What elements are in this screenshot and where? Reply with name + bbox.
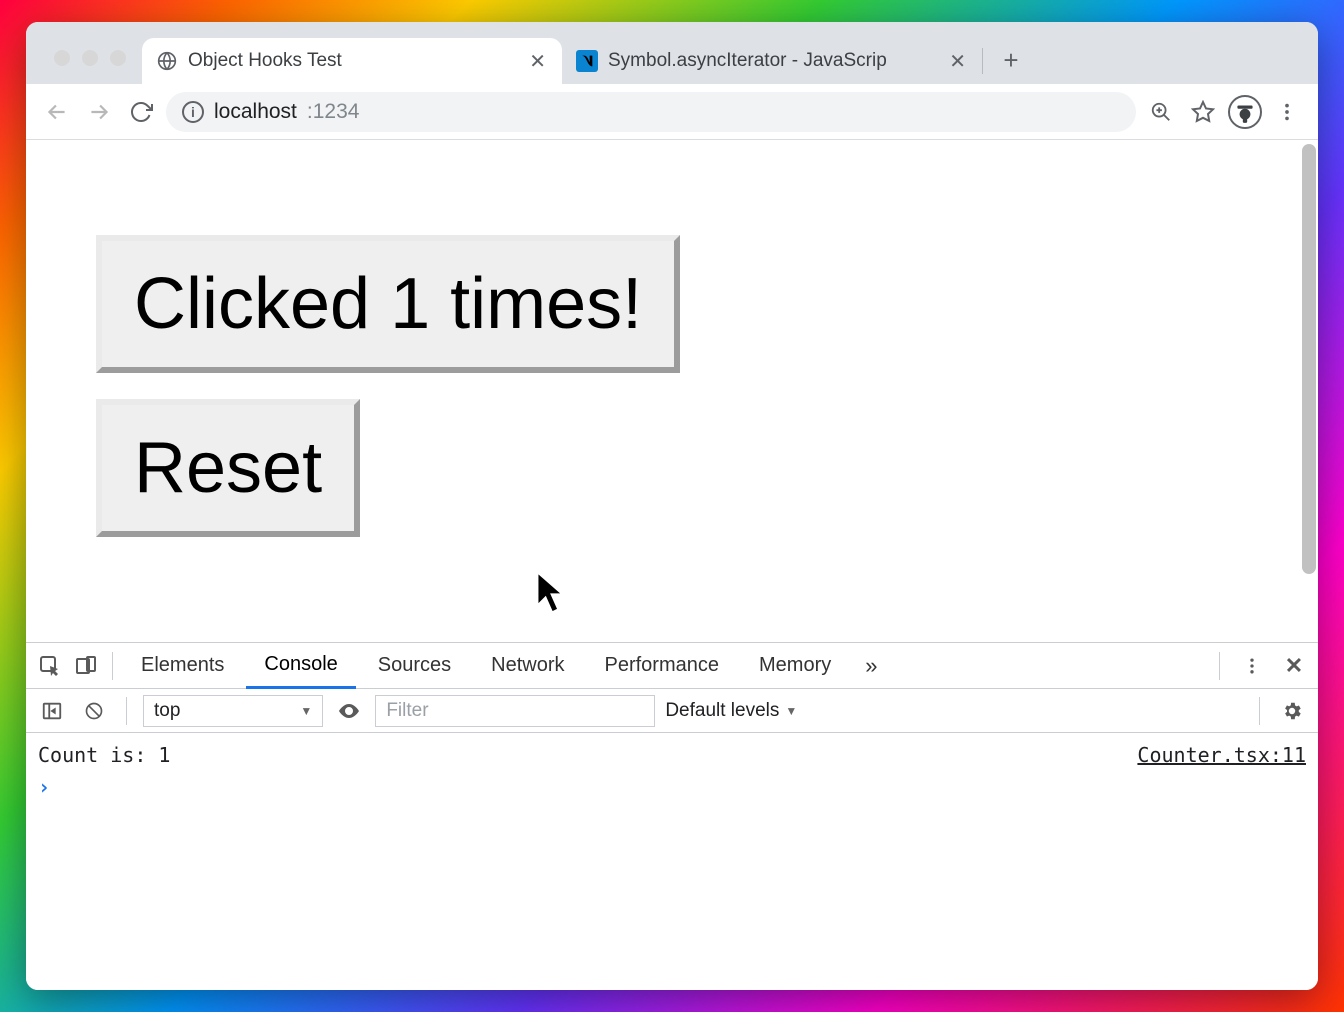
close-icon[interactable]: ✕: [527, 49, 548, 74]
clear-console-icon[interactable]: [78, 695, 110, 727]
log-levels-label: Default levels: [665, 700, 779, 722]
address-bar[interactable]: i localhost :1234: [166, 92, 1136, 132]
profile-avatar-icon[interactable]: [1228, 95, 1262, 129]
kebab-menu-icon[interactable]: [1236, 650, 1268, 682]
reload-icon[interactable]: [124, 95, 158, 129]
devtools-tab-elements[interactable]: Elements: [123, 644, 242, 687]
browser-window: Object Hooks Test ✕ Symbol.asyncIterator…: [26, 22, 1318, 990]
prompt-chevron-icon: ›: [38, 775, 50, 799]
context-selector-value: top: [154, 700, 180, 722]
mdn-icon: [576, 50, 598, 72]
devtools-tab-network[interactable]: Network: [473, 644, 582, 687]
device-toolbar-icon[interactable]: [70, 650, 102, 682]
settings-gear-icon[interactable]: [1276, 695, 1308, 727]
url-host: localhost: [214, 100, 297, 124]
devtools-tabs-overflow[interactable]: »: [857, 653, 885, 679]
console-filter-input[interactable]: Filter: [375, 695, 655, 727]
page-viewport: Clicked 1 times! Reset: [26, 140, 1318, 642]
browser-toolbar: i localhost :1234: [26, 84, 1318, 140]
separator: [1219, 652, 1220, 680]
kebab-menu-icon[interactable]: [1270, 95, 1304, 129]
new-tab-button[interactable]: +: [991, 40, 1031, 80]
chevron-down-icon: ▼: [300, 704, 312, 718]
close-icon[interactable]: ✕: [947, 49, 968, 74]
site-info-icon[interactable]: i: [182, 101, 204, 123]
window-minimize-dot[interactable]: [82, 50, 98, 66]
back-icon[interactable]: [40, 95, 74, 129]
console-toolbar: top ▼ Filter Default levels ▼: [26, 689, 1318, 733]
log-source-link[interactable]: Counter.tsx:11: [1137, 743, 1306, 767]
separator: [126, 697, 127, 725]
devtools-tab-memory[interactable]: Memory: [741, 644, 849, 687]
devtools-tab-console[interactable]: Console: [246, 643, 355, 689]
context-selector[interactable]: top ▼: [143, 695, 323, 727]
separator: [1259, 697, 1260, 725]
vertical-scrollbar[interactable]: [1302, 144, 1316, 574]
browser-tab[interactable]: Symbol.asyncIterator - JavaScrip ✕: [562, 38, 982, 84]
devtools-tab-sources[interactable]: Sources: [360, 644, 469, 687]
live-expression-icon[interactable]: [333, 695, 365, 727]
devtools-tab-performance[interactable]: Performance: [587, 644, 738, 687]
log-message: Count is: 1: [38, 743, 170, 767]
window-controls: [54, 50, 126, 66]
inspect-element-icon[interactable]: [34, 650, 66, 682]
reset-button[interactable]: Reset: [96, 399, 360, 537]
tab-title: Symbol.asyncIterator - JavaScrip: [608, 50, 937, 72]
devtools-panel: Elements Console Sources Network Perform…: [26, 642, 1318, 990]
bookmark-star-icon[interactable]: [1186, 95, 1220, 129]
forward-icon[interactable]: [82, 95, 116, 129]
separator: [112, 652, 113, 680]
log-levels-selector[interactable]: Default levels ▼: [665, 700, 797, 722]
console-log-row: Count is: 1 Counter.tsx:11: [38, 739, 1306, 771]
browser-tab-active[interactable]: Object Hooks Test ✕: [142, 38, 562, 84]
chevron-down-icon: ▼: [785, 704, 797, 718]
tab-title: Object Hooks Test: [188, 50, 517, 72]
window-close-dot[interactable]: [54, 50, 70, 66]
clicked-counter-button[interactable]: Clicked 1 times!: [96, 235, 680, 373]
filter-placeholder: Filter: [386, 700, 428, 721]
window-maximize-dot[interactable]: [110, 50, 126, 66]
console-output: Count is: 1 Counter.tsx:11 ›: [26, 733, 1318, 990]
tab-separator: [982, 48, 983, 74]
console-prompt[interactable]: ›: [38, 771, 1306, 803]
zoom-icon[interactable]: [1144, 95, 1178, 129]
tab-strip: Object Hooks Test ✕ Symbol.asyncIterator…: [26, 22, 1318, 84]
close-icon[interactable]: ✕: [1278, 650, 1310, 682]
devtools-tabbar: Elements Console Sources Network Perform…: [26, 643, 1318, 689]
url-port: :1234: [307, 100, 360, 124]
page-content: Clicked 1 times! Reset: [26, 140, 1318, 632]
console-sidebar-toggle-icon[interactable]: [36, 695, 68, 727]
globe-icon: [156, 50, 178, 72]
